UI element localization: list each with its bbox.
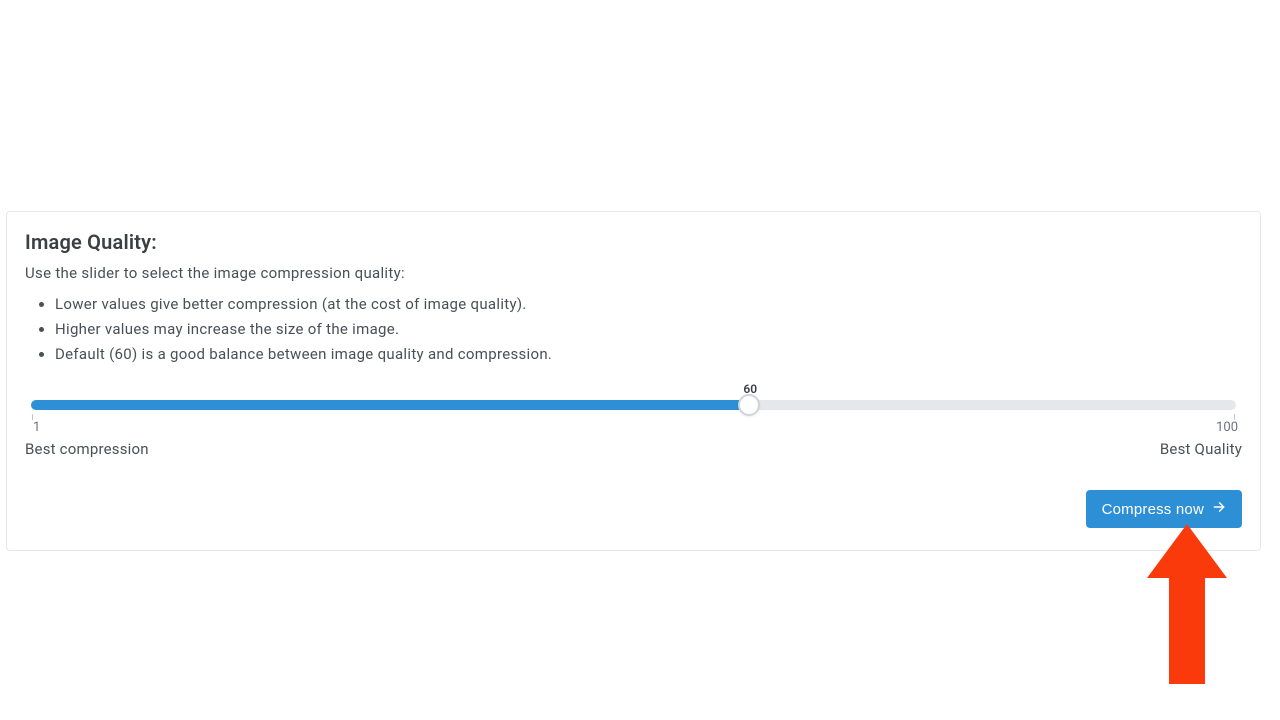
hint-item: Default (60) is a good balance between i… [55, 342, 1242, 367]
hint-item: Lower values give better compression (at… [55, 292, 1242, 317]
hint-list: Lower values give better compression (at… [25, 292, 1242, 366]
hint-item: Higher values may increase the size of t… [55, 317, 1242, 342]
image-quality-panel: Image Quality: Use the slider to select … [6, 211, 1261, 551]
slider-fill [31, 400, 749, 410]
slider-captions: Best compression Best Quality [25, 440, 1242, 462]
panel-footer: Compress now [25, 490, 1242, 528]
arrow-right-icon [1212, 500, 1226, 518]
slider-left-caption: Best compression [25, 440, 149, 458]
compress-now-button[interactable]: Compress now [1086, 490, 1242, 528]
panel-heading: Image Quality: [25, 230, 1242, 254]
quality-slider[interactable] [31, 400, 1236, 410]
slider-thumb[interactable] [738, 394, 760, 416]
compress-button-label: Compress now [1102, 501, 1204, 518]
slider-max-label: 100 [1216, 420, 1238, 435]
slider-scale: 1 100 [25, 420, 1242, 434]
slider-min-label: 1 [33, 420, 40, 435]
panel-subtitle: Use the slider to select the image compr… [25, 264, 1242, 282]
quality-slider-group: 60 1 100 Best compression Best Quality [25, 386, 1242, 462]
slider-right-caption: Best Quality [1160, 440, 1242, 458]
